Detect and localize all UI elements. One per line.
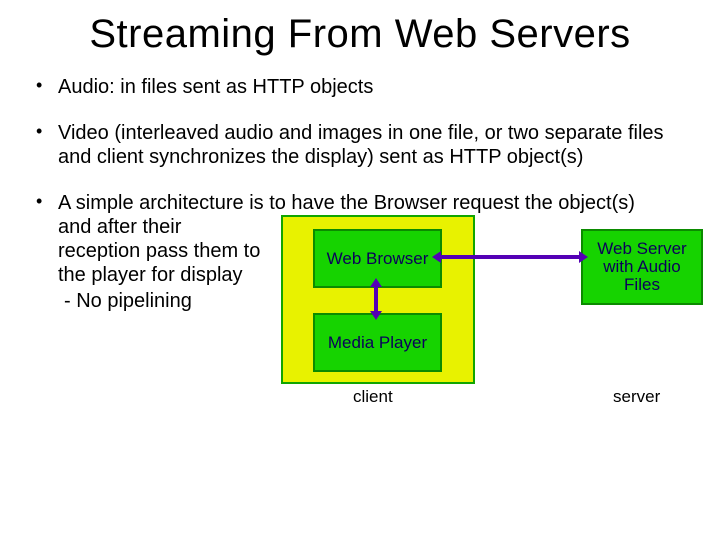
vertical-connector [374,286,378,313]
bullet-3: A simple architecture is to have the Bro… [30,191,690,405]
bullet-1-text: Audio: in files sent as HTTP objects [58,76,373,98]
arrow-left-icon [432,251,441,263]
bullet-list: Audio: in files sent as HTTP objects Vid… [30,75,690,405]
arrow-up-icon [370,278,382,287]
bullet-1: Audio: in files sent as HTTP objects [30,75,690,99]
architecture-diagram: Web Browser Media Player Web Server with… [281,215,690,405]
bullet-3-rest: and after their reception pass them to t… [58,216,260,286]
bullet-3-lead: A simple architecture is to have the Bro… [58,192,635,214]
caption-server: server [613,387,660,407]
bullet-2-text: Video (interleaved audio and images in o… [58,122,664,168]
media-player-box: Media Player [313,313,442,372]
caption-client: client [353,387,393,407]
arrow-right-icon [579,251,588,263]
web-server-box: Web Server with Audio Files [581,229,703,305]
bullet-3-sub: - No pipelining [58,289,263,313]
bullet-2: Video (interleaved audio and images in o… [30,121,690,169]
horizontal-connector [440,255,581,259]
arrow-down-icon [370,311,382,320]
slide-title: Streaming From Web Servers [30,12,690,57]
